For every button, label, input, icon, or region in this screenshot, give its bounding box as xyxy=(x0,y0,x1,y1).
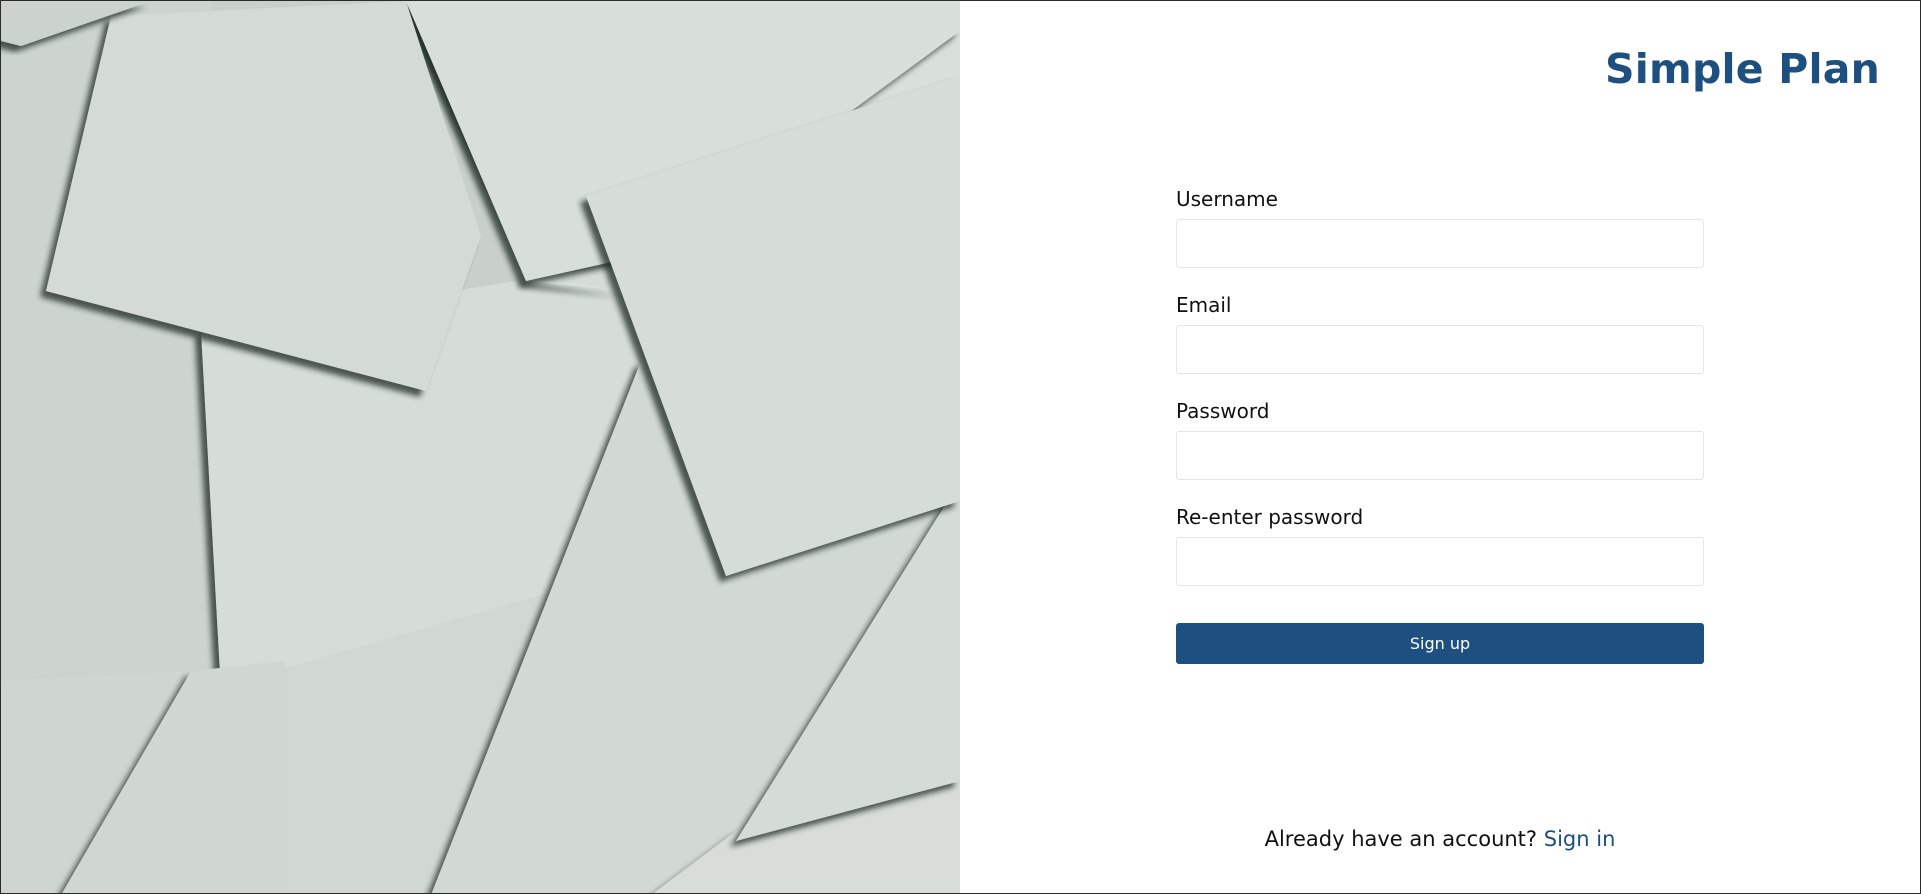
confirm-password-input[interactable] xyxy=(1176,537,1704,586)
brand-title: Simple Plan xyxy=(1605,45,1880,93)
paper-collage-illustration xyxy=(1,1,960,893)
signup-page: Simple Plan Username Email Password Re-e… xyxy=(0,0,1921,894)
hero-image-papers xyxy=(1,1,960,893)
field-password: Password xyxy=(1176,397,1704,480)
signup-form: Username Email Password Re-enter passwor… xyxy=(1176,185,1704,664)
username-label: Username xyxy=(1176,187,1278,211)
signup-panel: Simple Plan Username Email Password Re-e… xyxy=(960,1,1920,893)
field-email: Email xyxy=(1176,291,1704,374)
field-confirm-password: Re-enter password xyxy=(1176,503,1704,586)
signin-prompt-text: Already have an account? xyxy=(1264,827,1538,851)
sign-up-button[interactable]: Sign up xyxy=(1176,623,1704,664)
password-input[interactable] xyxy=(1176,431,1704,480)
sign-in-link[interactable]: Sign in xyxy=(1544,827,1616,851)
confirm-password-label: Re-enter password xyxy=(1176,505,1364,529)
username-input[interactable] xyxy=(1176,219,1704,268)
field-username: Username xyxy=(1176,185,1704,268)
signin-prompt: Already have an account? Sign in xyxy=(1176,827,1704,851)
email-label: Email xyxy=(1176,293,1232,317)
password-label: Password xyxy=(1176,399,1270,423)
email-input[interactable] xyxy=(1176,325,1704,374)
